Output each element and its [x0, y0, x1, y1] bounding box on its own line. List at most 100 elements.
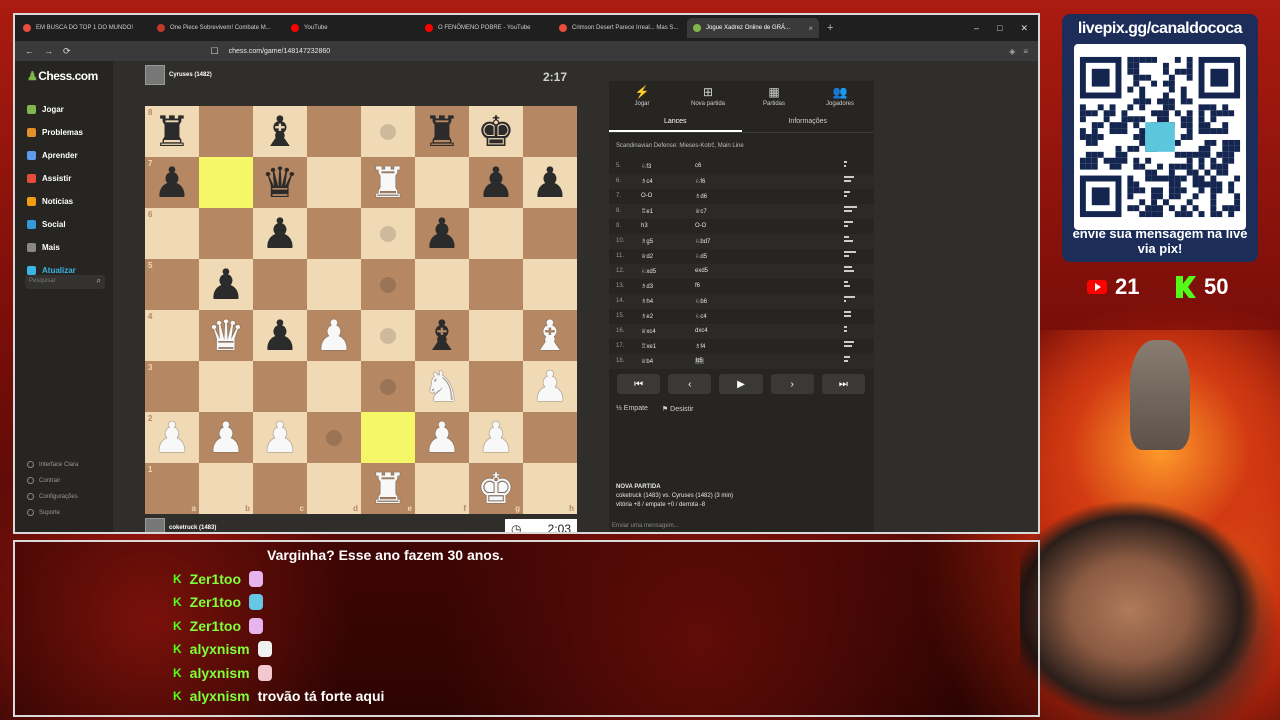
square-a5[interactable]: 5 [145, 259, 199, 310]
move-hint-dot[interactable] [380, 327, 396, 344]
chess-logo[interactable]: ♟Chess.com [27, 69, 98, 83]
square-h8[interactable] [523, 106, 577, 157]
chat-input[interactable]: Enviar uma mensagem... [609, 521, 874, 532]
black-bishop-icon[interactable]: ♝ [423, 314, 461, 357]
black-pawn-icon[interactable]: ♟ [423, 212, 461, 255]
white-move[interactable]: ♗e2 [641, 313, 653, 320]
resign-button[interactable]: ⚑ Desistir [662, 405, 694, 413]
white-move[interactable]: O-O [641, 193, 652, 199]
white-pawn-icon[interactable]: ♟ [315, 314, 353, 357]
square-h2[interactable] [523, 412, 577, 463]
sidebar-item[interactable]: Assistir [27, 174, 71, 183]
square-g5[interactable] [469, 259, 523, 310]
white-move[interactable]: ♘xd5 [641, 268, 656, 275]
play-button[interactable]: ▶ [719, 374, 763, 394]
white-move[interactable]: ♗c4 [641, 178, 653, 185]
black-move[interactable]: ♘c4 [695, 313, 707, 320]
square-e6[interactable] [361, 208, 415, 259]
square-b5[interactable]: ♟ [199, 259, 253, 310]
move-hint-dot[interactable] [380, 276, 396, 293]
square-c4[interactable]: ♟ [253, 310, 307, 361]
black-king-icon[interactable]: ♚ [477, 110, 515, 153]
square-c5[interactable] [253, 259, 307, 310]
square-e2[interactable] [361, 412, 415, 463]
square-h6[interactable] [523, 208, 577, 259]
white-pawn-icon[interactable]: ♟ [477, 416, 515, 459]
square-b3[interactable] [199, 361, 253, 412]
white-move[interactable]: ♖xe1 [641, 343, 656, 350]
white-move[interactable]: ♕d2 [641, 253, 653, 260]
white-queen-icon[interactable]: ♛ [207, 314, 245, 357]
black-move[interactable]: ♘b6 [695, 298, 707, 305]
black-rook-icon[interactable]: ♜ [423, 110, 461, 153]
white-move[interactable]: ♗d3 [641, 283, 653, 290]
square-d5[interactable] [307, 259, 361, 310]
square-g7[interactable]: ♟ [469, 157, 523, 208]
square-e5[interactable] [361, 259, 415, 310]
sidebar-bottom-item[interactable]: Suporte [27, 509, 60, 516]
square-b7[interactable] [199, 157, 253, 208]
square-d2[interactable] [307, 412, 361, 463]
square-f2[interactable]: ♟ [415, 412, 469, 463]
square-b4[interactable]: ♛ [199, 310, 253, 361]
square-f6[interactable]: ♟ [415, 208, 469, 259]
square-g1[interactable]: ♚ g [469, 463, 523, 514]
sidebar-item[interactable]: Notícias [27, 197, 73, 206]
square-h1[interactable]: h [523, 463, 577, 514]
sidebar-bottom-item[interactable]: Interface Clara [27, 461, 78, 468]
square-g3[interactable] [469, 361, 523, 412]
white-move[interactable]: ♕xc4 [641, 328, 656, 335]
black-move[interactable]: ♗d6 [695, 193, 707, 200]
browser-tab[interactable]: Crimson Desert Parece Irreal... Mas S... [553, 18, 685, 38]
panel-tab[interactable]: ▦ Partidas [741, 85, 807, 107]
sidebar-item[interactable]: Jogar [27, 105, 64, 114]
browser-tab[interactable]: EM BUSCA DO TOP 1 DO MUNDO! [17, 18, 149, 38]
black-rook-icon[interactable]: ♜ [153, 110, 191, 153]
square-b8[interactable] [199, 106, 253, 157]
sub-tab[interactable]: Lances [609, 115, 742, 132]
sub-tab[interactable]: Informações [742, 115, 875, 132]
square-g4[interactable] [469, 310, 523, 361]
black-pawn-icon[interactable]: ♟ [531, 161, 569, 204]
square-h5[interactable] [523, 259, 577, 310]
black-move[interactable]: O-O [695, 223, 706, 229]
square-e8[interactable] [361, 106, 415, 157]
reload-icon[interactable]: ⟳ [63, 46, 71, 57]
draw-button[interactable]: ½ Empate [616, 405, 648, 413]
square-g6[interactable] [469, 208, 523, 259]
square-f7[interactable] [415, 157, 469, 208]
square-d3[interactable] [307, 361, 361, 412]
white-move[interactable]: ♗h4 [641, 298, 653, 305]
square-e1[interactable]: ♜ e [361, 463, 415, 514]
square-c3[interactable] [253, 361, 307, 412]
black-pawn-icon[interactable]: ♟ [477, 161, 515, 204]
square-d7[interactable] [307, 157, 361, 208]
browser-tab[interactable]: Jogue Xadrez Online de GRÁ... × [687, 18, 819, 38]
menu-icon[interactable]: ≡ [1023, 47, 1028, 56]
black-move[interactable]: b5 [695, 358, 704, 364]
square-e4[interactable] [361, 310, 415, 361]
white-move[interactable]: ♖e1 [641, 208, 653, 215]
black-move[interactable]: f6 [695, 283, 700, 289]
prev-move-button[interactable]: ‹ [668, 374, 712, 394]
sidebar-bottom-item[interactable]: Contrair [27, 477, 60, 484]
square-a8[interactable]: ♜ 8 [145, 106, 199, 157]
forward-icon[interactable]: → [44, 46, 53, 56]
square-a3[interactable]: 3 [145, 361, 199, 412]
white-move[interactable]: ♘f3 [641, 163, 651, 170]
extension-icon[interactable]: ◈ [1009, 47, 1015, 56]
square-c6[interactable]: ♟ [253, 208, 307, 259]
bookmark-icon[interactable]: ☐ [211, 46, 219, 57]
black-move[interactable]: ♕c7 [695, 208, 707, 215]
square-a1[interactable]: 1a [145, 463, 199, 514]
back-icon[interactable]: ← [25, 46, 34, 56]
bottom-player[interactable]: coketruck (1483) [145, 518, 216, 532]
next-move-button[interactable]: › [770, 374, 814, 394]
white-pawn-icon[interactable]: ♟ [153, 416, 191, 459]
white-bishop-icon[interactable]: ♝ [531, 314, 569, 357]
white-move[interactable]: ♗g5 [641, 238, 653, 245]
square-e7[interactable]: ♜ [361, 157, 415, 208]
black-pawn-icon[interactable]: ♟ [261, 314, 299, 357]
sidebar-item[interactable]: Mais [27, 243, 60, 252]
move-hint-dot[interactable] [326, 429, 342, 446]
